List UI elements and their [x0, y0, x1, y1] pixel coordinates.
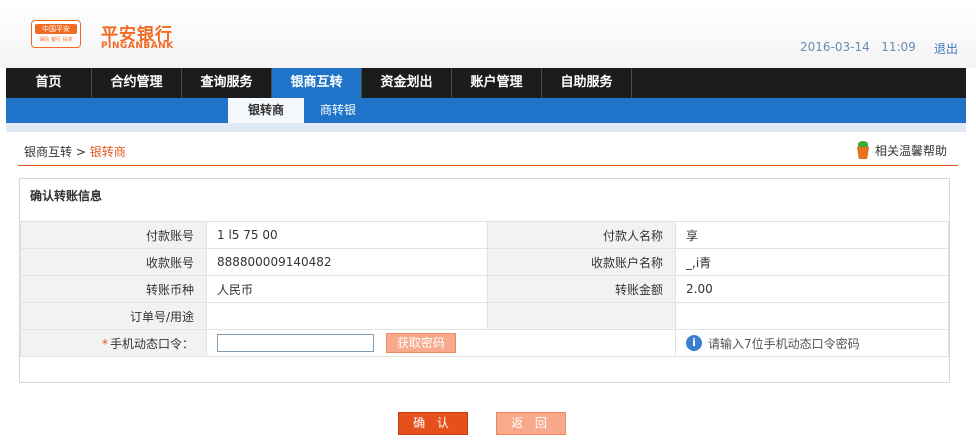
current-date: 2016-03-14	[800, 40, 870, 54]
otp-label-cell: * 手机动态口令：	[20, 329, 207, 357]
nav-item-transfer[interactable]: 银商互转	[272, 68, 362, 98]
breadcrumb-underline	[18, 165, 958, 166]
logo-group-name: 中国平安	[35, 24, 77, 34]
payer-name-value: 享	[675, 221, 949, 249]
sub-nav: 银转商 商转银	[6, 98, 966, 123]
payee-name-label: 收款账户名称	[487, 248, 676, 276]
payee-account-value: 888800009140482	[206, 248, 488, 276]
table-row: 付款账号 1 l5 75 00 付款人名称 享	[20, 221, 949, 249]
otp-label: 手机动态口令：	[109, 336, 194, 351]
help-label: 相关温馨帮助	[875, 143, 948, 158]
tab-bank-to-merchant[interactable]: 银转商	[228, 98, 304, 123]
current-datetime: 2016-03-14 11:09	[800, 40, 916, 54]
breadcrumb: 银商互转 > 银转商	[24, 143, 126, 160]
otp-hint: 请输入7位手机动态口令密码	[708, 336, 860, 351]
breadcrumb-current: 银转商	[89, 145, 126, 159]
help-link[interactable]: 相关温馨帮助	[855, 141, 947, 159]
otp-input-cell: 获取密码	[206, 329, 676, 357]
otp-hint-cell: i 请输入7位手机动态口令密码	[675, 329, 949, 357]
nav-item-account[interactable]: 账户管理	[452, 68, 542, 98]
payer-account-label: 付款账号	[20, 221, 207, 249]
pingan-group-logo: 中国平安 保险 银行 投资	[31, 20, 81, 48]
nav-item-self-service[interactable]: 自助服务	[542, 68, 632, 98]
subnav-divider	[6, 123, 966, 132]
empty-label-cell	[487, 302, 676, 330]
back-button[interactable]: 返 回	[496, 412, 566, 435]
nav-item-contract[interactable]: 合约管理	[92, 68, 182, 98]
table-row: 转账币种 人民币 转账金额 2.00	[20, 275, 949, 303]
bank-name-en: PINGANBANK	[101, 41, 174, 51]
info-icon: i	[686, 335, 702, 351]
required-mark: *	[101, 336, 108, 351]
currency-value: 人民币	[206, 275, 488, 303]
amount-label: 转账金额	[487, 275, 676, 303]
panel-title: 确认转账信息	[30, 189, 103, 203]
breadcrumb-separator: >	[75, 145, 86, 159]
table-row: * 手机动态口令： 获取密码 i 请输入7位手机动态口令密码	[20, 329, 949, 357]
payee-name-value: _,i青	[675, 248, 949, 276]
payee-account-label: 收款账号	[20, 248, 207, 276]
otp-input[interactable]	[217, 334, 374, 352]
confirm-button[interactable]: 确 认	[398, 412, 468, 435]
payer-name-label: 付款人名称	[487, 221, 676, 249]
currency-label: 转账币种	[20, 275, 207, 303]
amount-value: 2.00	[675, 275, 949, 303]
order-purpose-label: 订单号/用途	[20, 302, 207, 330]
logo-group-sub: 保险 银行 投资	[39, 37, 73, 43]
table-row: 订单号/用途	[20, 302, 949, 330]
logout-link[interactable]: 退出	[934, 40, 958, 57]
confirm-panel: 确认转账信息 付款账号 1 l5 75 00 付款人名称 享 收款账号 8888…	[19, 178, 950, 383]
main-nav: 首页 合约管理 查询服务 银商互转 资金划出 账户管理 自助服务	[6, 68, 966, 98]
payer-account-value: 1 l5 75 00	[206, 221, 488, 249]
order-purpose-value	[206, 302, 488, 330]
breadcrumb-parent[interactable]: 银商互转	[24, 145, 72, 159]
transfer-info-table: 付款账号 1 l5 75 00 付款人名称 享 收款账号 88880000914…	[20, 221, 949, 357]
nav-item-funds-out[interactable]: 资金划出	[362, 68, 452, 98]
nav-item-query[interactable]: 查询服务	[182, 68, 272, 98]
current-time: 11:09	[881, 40, 916, 54]
nav-item-home[interactable]: 首页	[6, 68, 92, 98]
table-row: 收款账号 888800009140482 收款账户名称 _,i青	[20, 248, 949, 276]
empty-value-cell	[675, 302, 949, 330]
page-header: 中国平安 保险 银行 投资 平安银行 PINGANBANK 2016-03-14…	[0, 0, 976, 68]
plant-pot-icon	[855, 141, 871, 159]
get-password-button[interactable]: 获取密码	[385, 333, 456, 353]
tab-merchant-to-bank[interactable]: 商转银	[306, 98, 370, 123]
